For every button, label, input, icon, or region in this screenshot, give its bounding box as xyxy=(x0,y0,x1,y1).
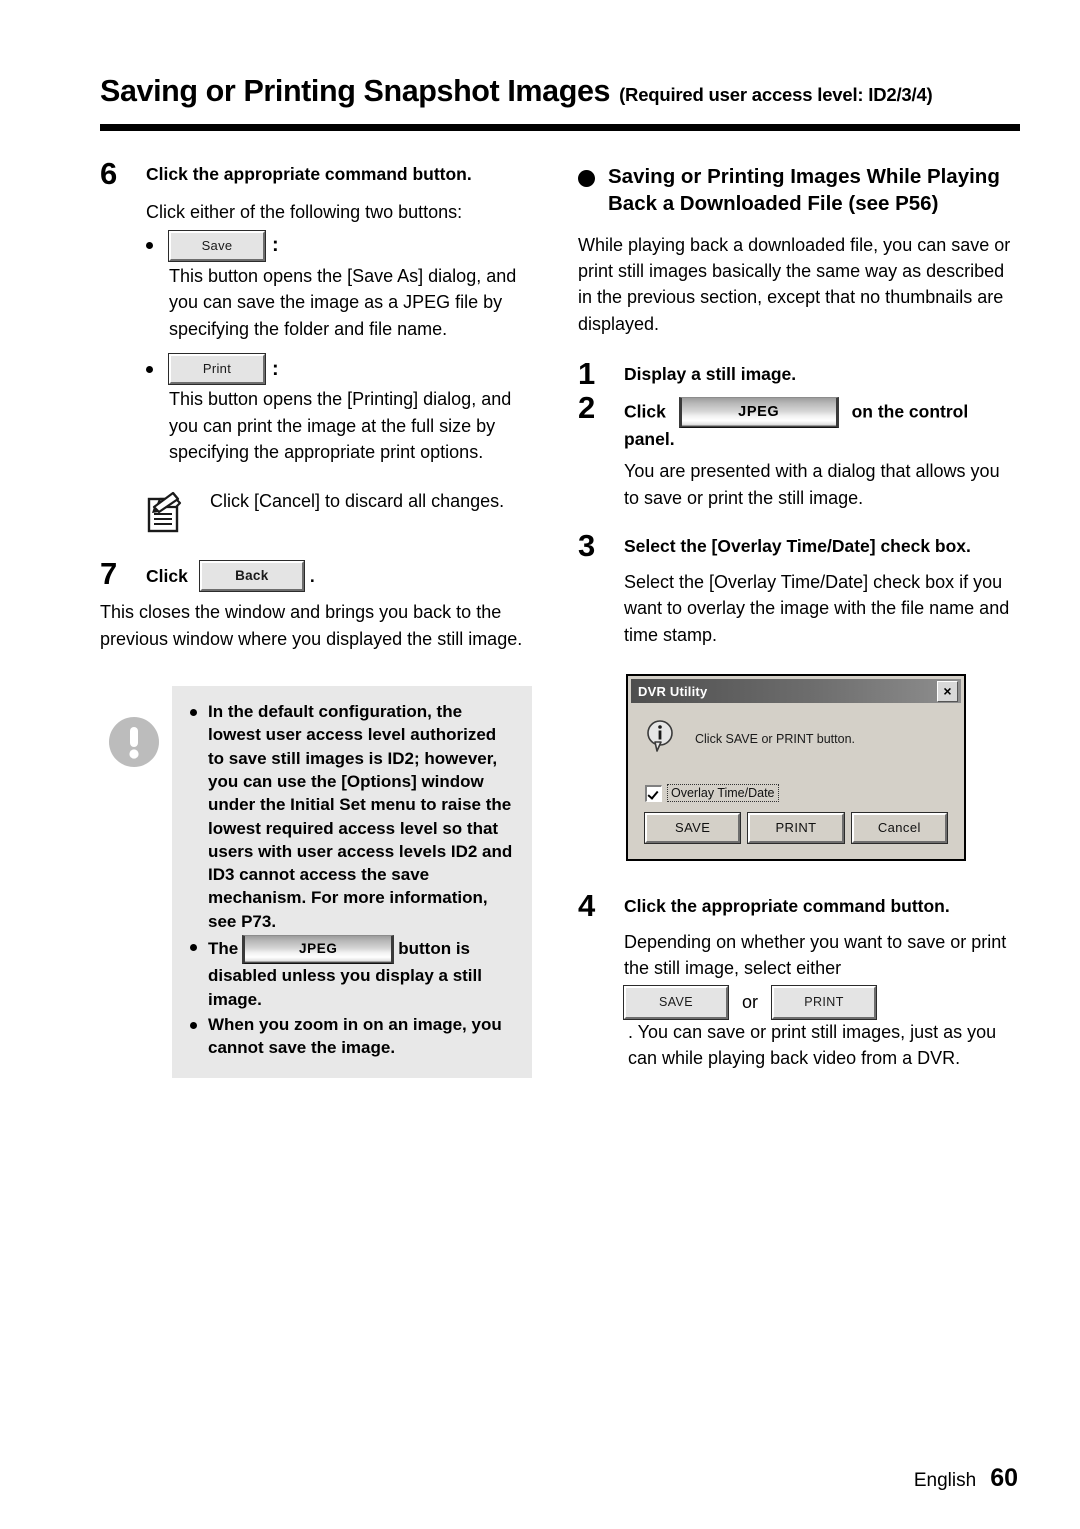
step-3-title: Select the [Overlay Time/Date] check box… xyxy=(624,536,971,557)
note-callout: Click [Cancel] to discard all changes. xyxy=(146,488,540,539)
step-7: 7 Click Back . xyxy=(100,556,540,593)
document-page: Saving or Printing Snapshot Images (Requ… xyxy=(0,0,1080,1529)
step-4: 4 Click the appropriate command button. xyxy=(578,888,1018,924)
dvr-utility-dialog: DVR Utility × Click SAVE or PRINT button… xyxy=(626,674,966,862)
footer-page-number: 60 xyxy=(990,1464,1018,1492)
step-2-number: 2 xyxy=(578,389,596,425)
print-bullet-colon: : xyxy=(272,357,279,380)
info-icon xyxy=(645,719,675,758)
caution-box: In the default configuration, the lowest… xyxy=(172,686,532,1078)
save-bullet-row: Save : xyxy=(146,229,540,262)
dialog-titlebar: DVR Utility × xyxy=(631,679,961,704)
step-2-body: You are presented with a dialog that all… xyxy=(624,461,1000,508)
caution-item-text-before: The xyxy=(208,939,239,959)
right-column: Saving or Printing Images While Playing … xyxy=(578,163,1018,1072)
dialog-print-button[interactable]: PRINT xyxy=(747,812,845,845)
dialog-cancel-button[interactable]: Cancel xyxy=(850,812,948,845)
dialog-button-row: SAVE PRINT Cancel xyxy=(643,812,948,845)
section-heading: Saving or Printing Images While Playing … xyxy=(578,163,1018,218)
step-3-body: Select the [Overlay Time/Date] check box… xyxy=(624,571,1010,645)
overlay-timedate-checkbox-row[interactable]: Overlay Time/Date xyxy=(645,784,947,803)
overlay-timedate-checkbox[interactable] xyxy=(645,784,662,802)
dialog-save-button[interactable]: SAVE xyxy=(643,812,742,845)
print-button[interactable]: PRINT xyxy=(771,984,878,1021)
print-button[interactable]: Print xyxy=(168,353,266,386)
back-button[interactable]: Back xyxy=(198,559,305,593)
footer-language: English xyxy=(913,1470,977,1491)
header-divider xyxy=(100,124,1020,131)
dialog-title: DVR Utility xyxy=(638,683,708,699)
step-7-click-label: Click xyxy=(146,565,188,586)
jpeg-button[interactable]: JPEG xyxy=(678,396,839,429)
overlay-timedate-label: Overlay Time/Date xyxy=(667,784,779,803)
step-4-title: Click the appropriate command button. xyxy=(624,896,950,917)
caution-callout: In the default configuration, the lowest… xyxy=(108,686,540,1078)
dialog-body: Click SAVE or PRINT button. Overlay Time… xyxy=(631,703,961,857)
step-6-title: Click the appropriate command button. xyxy=(146,164,472,184)
step-6-intro: Click either of the following two button… xyxy=(146,201,463,222)
step-3: 3 Select the [Overlay Time/Date] check b… xyxy=(578,528,1018,564)
step-6-number: 6 xyxy=(100,156,118,191)
save-button-description: This button opens the [Save As] dialog, … xyxy=(169,265,517,339)
save-button[interactable]: SAVE xyxy=(623,984,729,1021)
step-4-or-text: or xyxy=(742,992,759,1013)
page-header: Saving or Printing Snapshot Images (Requ… xyxy=(100,74,1020,109)
bullet-dot-icon xyxy=(146,365,153,373)
step-4-body-line2: . You can save or print still images, ju… xyxy=(628,1022,997,1069)
notepad-pencil-icon xyxy=(146,490,194,539)
step-7-number: 7 xyxy=(100,556,118,592)
bullet-dot-icon xyxy=(146,242,153,250)
step-1-number: 1 xyxy=(578,356,596,392)
step-4-body-line1: Depending on whether you want to save or… xyxy=(624,931,1007,979)
jpeg-button[interactable]: JPEG xyxy=(242,934,395,965)
save-bullet-colon: : xyxy=(272,234,279,257)
close-icon[interactable]: × xyxy=(937,681,958,703)
page-title-note: (Required user access level: ID2/3/4) xyxy=(619,84,933,105)
step-1: 1 Display a still image. xyxy=(578,356,1018,392)
step-2-title-before: Click xyxy=(624,401,666,422)
print-button-description: This button opens the [Printing] dialog,… xyxy=(169,389,512,463)
left-column: 6 Click the appropriate command button. … xyxy=(100,156,540,1078)
note-text: Click [Cancel] to discard all changes. xyxy=(210,490,505,511)
page-footer: English 60 xyxy=(914,1464,1018,1493)
step-4-number: 4 xyxy=(578,888,596,924)
caution-item: In the default configuration, the lowest… xyxy=(186,700,514,933)
section-intro: While playing back a downloaded file, yo… xyxy=(578,234,1011,334)
section-title: Saving or Printing Images While Playing … xyxy=(608,165,1000,216)
step-1-title: Display a still image. xyxy=(624,364,797,385)
warning-exclamation-icon xyxy=(108,716,162,773)
section-bullet-icon xyxy=(578,170,595,187)
dialog-message: Click SAVE or PRINT button. xyxy=(695,731,856,746)
step-4-body: Depending on whether you want to save or… xyxy=(623,929,1018,1072)
step-7-period: . xyxy=(309,565,315,586)
print-bullet-row: Print : xyxy=(146,353,540,386)
caution-item: The JPEG button is disabled unless you dis… xyxy=(186,934,514,1011)
save-button[interactable]: Save xyxy=(168,229,266,262)
page-title: Saving or Printing Snapshot Images xyxy=(100,74,611,108)
caution-item: When you zoom in on an image, you cannot… xyxy=(186,1013,514,1060)
step-3-number: 3 xyxy=(578,528,596,564)
step-6: 6 Click the appropriate command button. xyxy=(100,156,540,191)
step-2: 2 Click JPEG on the control panel. xyxy=(578,389,1018,451)
step-7-body: This closes the window and brings you ba… xyxy=(100,602,523,649)
